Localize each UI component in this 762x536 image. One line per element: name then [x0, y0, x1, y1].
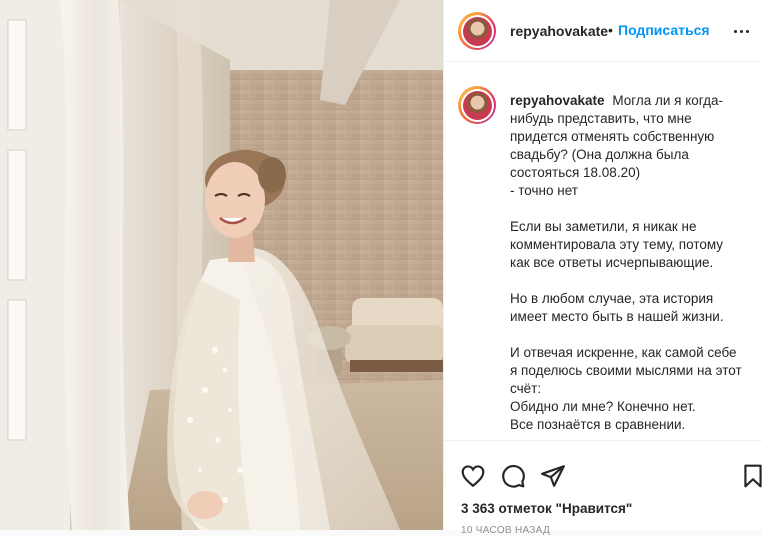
caption-line: - точно нет	[510, 183, 578, 198]
caption-line: Обидно ли мне? Конечно нет.	[510, 399, 696, 414]
comments-section: repyahovakate Могла ли я когда- нибудь п…	[444, 62, 762, 440]
caption-line: Если вы заметили, я никак не	[510, 219, 697, 234]
post-caption: repyahovakate Могла ли я когда- нибудь п…	[510, 92, 746, 440]
caption-paragraph: И отвечая искренне, как самой себе я под…	[510, 344, 746, 434]
sofa	[345, 298, 443, 372]
follow-button[interactable]: Подписаться	[618, 22, 710, 38]
caption-paragraph: Но в любом случае, эта история имеет мес…	[510, 290, 746, 326]
bride-photo-illustration	[0, 0, 443, 530]
caption-line: состояться 18.08.20)	[510, 165, 641, 180]
caption-line: я поделюсь своими мыслями на этот	[510, 363, 742, 378]
author-avatar[interactable]	[458, 12, 496, 50]
caption-line: И отвечая искренне, как самой себе	[510, 345, 737, 360]
caption-username[interactable]: repyahovakate	[510, 93, 605, 108]
heart-icon[interactable]	[460, 463, 486, 489]
post-actions: 3 363 отметок "Нравится" 10 часов назад	[444, 440, 762, 536]
caption-author-avatar[interactable]	[458, 86, 496, 124]
caption-line: придется отменять собственную	[510, 129, 715, 144]
caption-line: счёт:	[510, 381, 542, 396]
caption-line: комментировала эту тему, потому	[510, 237, 724, 252]
author-username[interactable]: repyahovakate	[510, 23, 608, 39]
post-timestamp[interactable]: 10 часов назад	[461, 525, 550, 536]
post-sidebar: repyahovakate • Подписаться repyahovakat…	[443, 0, 762, 536]
more-options-icon[interactable]	[730, 20, 752, 42]
separator-dot: •	[608, 22, 613, 38]
caption-line: свадьбу? (Она должна была	[510, 147, 689, 162]
caption-paragraph: Если вы заметили, я никак не комментиров…	[510, 218, 746, 272]
post-header: repyahovakate • Подписаться	[444, 0, 762, 62]
caption-line: Все познаётся в сравнении.	[510, 417, 686, 432]
caption-line: как все ответы исчерпывающие.	[510, 255, 714, 270]
post-photo[interactable]	[0, 0, 443, 530]
caption-line: нибудь представить, что мне	[510, 111, 692, 126]
share-icon[interactable]	[540, 463, 566, 489]
caption-line: Но в любом случае, эта история	[510, 291, 714, 306]
like-count[interactable]: 3 363 отметок "Нравится"	[461, 501, 632, 516]
caption-line: имеет место быть в нашей жизни.	[510, 309, 724, 324]
comment-icon[interactable]	[500, 463, 526, 489]
caption-paragraph: repyahovakate Могла ли я когда- нибудь п…	[510, 92, 746, 200]
caption-line: Могла ли я когда-	[612, 93, 723, 108]
bookmark-icon[interactable]	[740, 463, 762, 489]
